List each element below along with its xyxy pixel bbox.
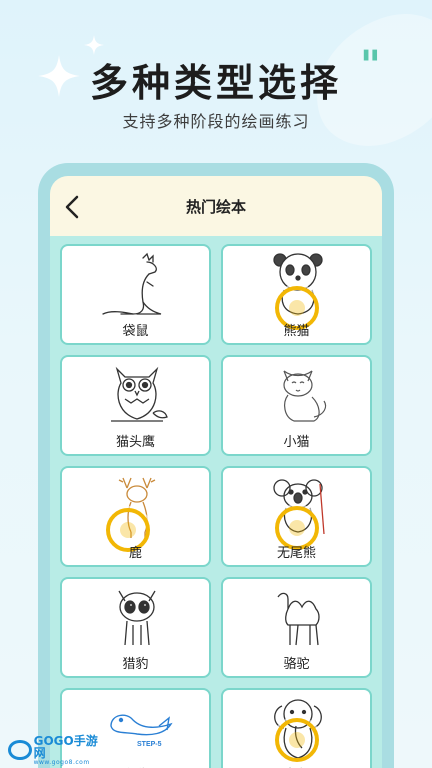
card-label: 小猫: [283, 435, 310, 450]
camel-icon: [277, 592, 320, 646]
tap-indicator: [275, 718, 319, 762]
card-cheetah[interactable]: 猎豹: [60, 577, 211, 678]
card-koala[interactable]: 无尾熊: [221, 466, 372, 567]
card-kangaroo[interactable]: 袋鼠: [60, 244, 211, 345]
step-tag: STEP-5: [137, 741, 162, 748]
quote-mark-icon: ": [360, 42, 381, 89]
watermark: GOGO手游网 www.gogo8.com: [8, 735, 108, 766]
card-label: 骆驼: [283, 657, 310, 672]
watermark-url: www.gogo8.com: [33, 758, 90, 766]
card-label: 熊猫: [283, 324, 310, 339]
card-elephant[interactable]: 大象: [221, 688, 372, 768]
kangaroo-icon: [102, 252, 162, 315]
card-label: 袋鼠: [122, 324, 149, 339]
card-camel[interactable]: 骆驼: [221, 577, 372, 678]
seal-icon: STEP-5: [110, 714, 173, 748]
card-label: 鹿: [128, 546, 142, 561]
card-label: 猫头鹰: [115, 435, 155, 450]
hero-subtitle: 支持多种阶段的绘画练习: [122, 112, 310, 131]
app-screen: 热门绘本 袋鼠 熊猫 猫头鹰 小猫 鹿 无尾熊 猎豹 骆驼 STEP-5: [50, 176, 382, 768]
gogo-logo-icon: [8, 740, 32, 760]
hero-banner: 多种类型选择 " 支持多种阶段的绘画练习: [0, 0, 432, 165]
watermark-brand: GOGO手游网: [33, 733, 98, 760]
card-label: 大象: [223, 764, 370, 768]
navbar: 热门绘本: [50, 176, 382, 236]
owl-icon: [111, 366, 168, 422]
card-panda[interactable]: 熊猫: [221, 244, 372, 345]
card-owl[interactable]: 猫头鹰: [60, 355, 211, 456]
picture-book-grid: 袋鼠 熊猫 猫头鹰 小猫 鹿 无尾熊 猎豹 骆驼 STEP-5: [50, 236, 382, 768]
page-title: 热门绘本: [185, 197, 246, 216]
phone-frame: 热门绘本 袋鼠 熊猫 猫头鹰 小猫 鹿 无尾熊 猎豹 骆驼 STEP-5: [38, 163, 394, 768]
cheetah-icon: [118, 590, 156, 646]
card-deer[interactable]: 鹿: [60, 466, 211, 567]
card-label: 猎豹: [122, 657, 149, 672]
chevron-left-icon[interactable]: [62, 194, 84, 220]
card-kitten[interactable]: 小猫: [221, 355, 372, 456]
kitten-icon: [283, 370, 327, 422]
card-label: 无尾熊: [276, 546, 316, 561]
watermark-text: GOGO手游网 www.gogo8.com: [34, 735, 108, 766]
